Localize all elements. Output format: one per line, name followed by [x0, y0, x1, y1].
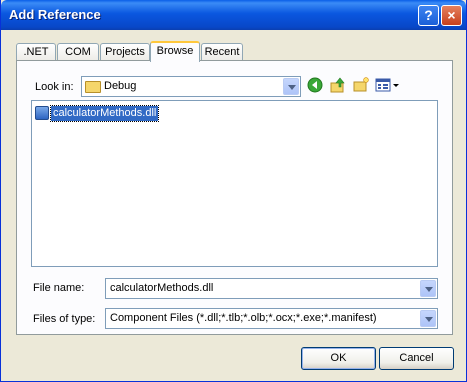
dll-file-icon: [35, 106, 49, 120]
folder-icon: [85, 81, 101, 93]
file-name-label: File name:: [33, 282, 85, 294]
list-item-label: calculatorMethods.dll: [49, 105, 160, 122]
tab-com[interactable]: COM: [57, 43, 99, 61]
title-bar[interactable]: Add Reference ? ×: [1, 0, 466, 30]
tab-dotnet[interactable]: .NET: [16, 43, 56, 61]
chevron-down-icon[interactable]: [420, 280, 436, 297]
look-in-value: Debug: [104, 80, 137, 92]
up-folder-icon[interactable]: [330, 77, 346, 93]
files-of-type-dropdown[interactable]: Component Files (*.dll;*.tlb;*.olb;*.ocx…: [105, 308, 438, 329]
tab-recent[interactable]: Recent: [201, 43, 243, 61]
chevron-down-icon[interactable]: [420, 310, 436, 327]
help-button[interactable]: ?: [418, 5, 439, 26]
back-icon[interactable]: [307, 77, 323, 93]
file-list[interactable]: calculatorMethods.dll: [31, 100, 438, 267]
files-of-type-label: Files of type:: [33, 313, 96, 325]
look-in-dropdown[interactable]: Debug: [81, 76, 301, 97]
tab-projects[interactable]: Projects: [100, 43, 150, 61]
ok-button[interactable]: OK: [301, 347, 376, 370]
view-menu-icon[interactable]: [375, 77, 401, 93]
chevron-down-icon[interactable]: [283, 78, 299, 95]
close-button[interactable]: ×: [441, 5, 462, 26]
close-icon: ×: [447, 7, 456, 23]
file-name-value: calculatorMethods.dll: [110, 282, 214, 294]
new-folder-icon[interactable]: [353, 77, 369, 93]
tab-browse[interactable]: Browse: [150, 41, 200, 62]
cancel-button[interactable]: Cancel: [379, 347, 454, 370]
files-of-type-value: Component Files (*.dll;*.tlb;*.olb;*.ocx…: [110, 312, 377, 324]
file-name-field[interactable]: calculatorMethods.dll: [105, 278, 438, 299]
window-title: Add Reference: [9, 7, 101, 22]
add-reference-dialog: Add Reference ? × .NET COM Projects Brow…: [0, 0, 467, 382]
help-icon: ?: [424, 7, 433, 23]
look-in-label: Look in:: [35, 81, 74, 93]
